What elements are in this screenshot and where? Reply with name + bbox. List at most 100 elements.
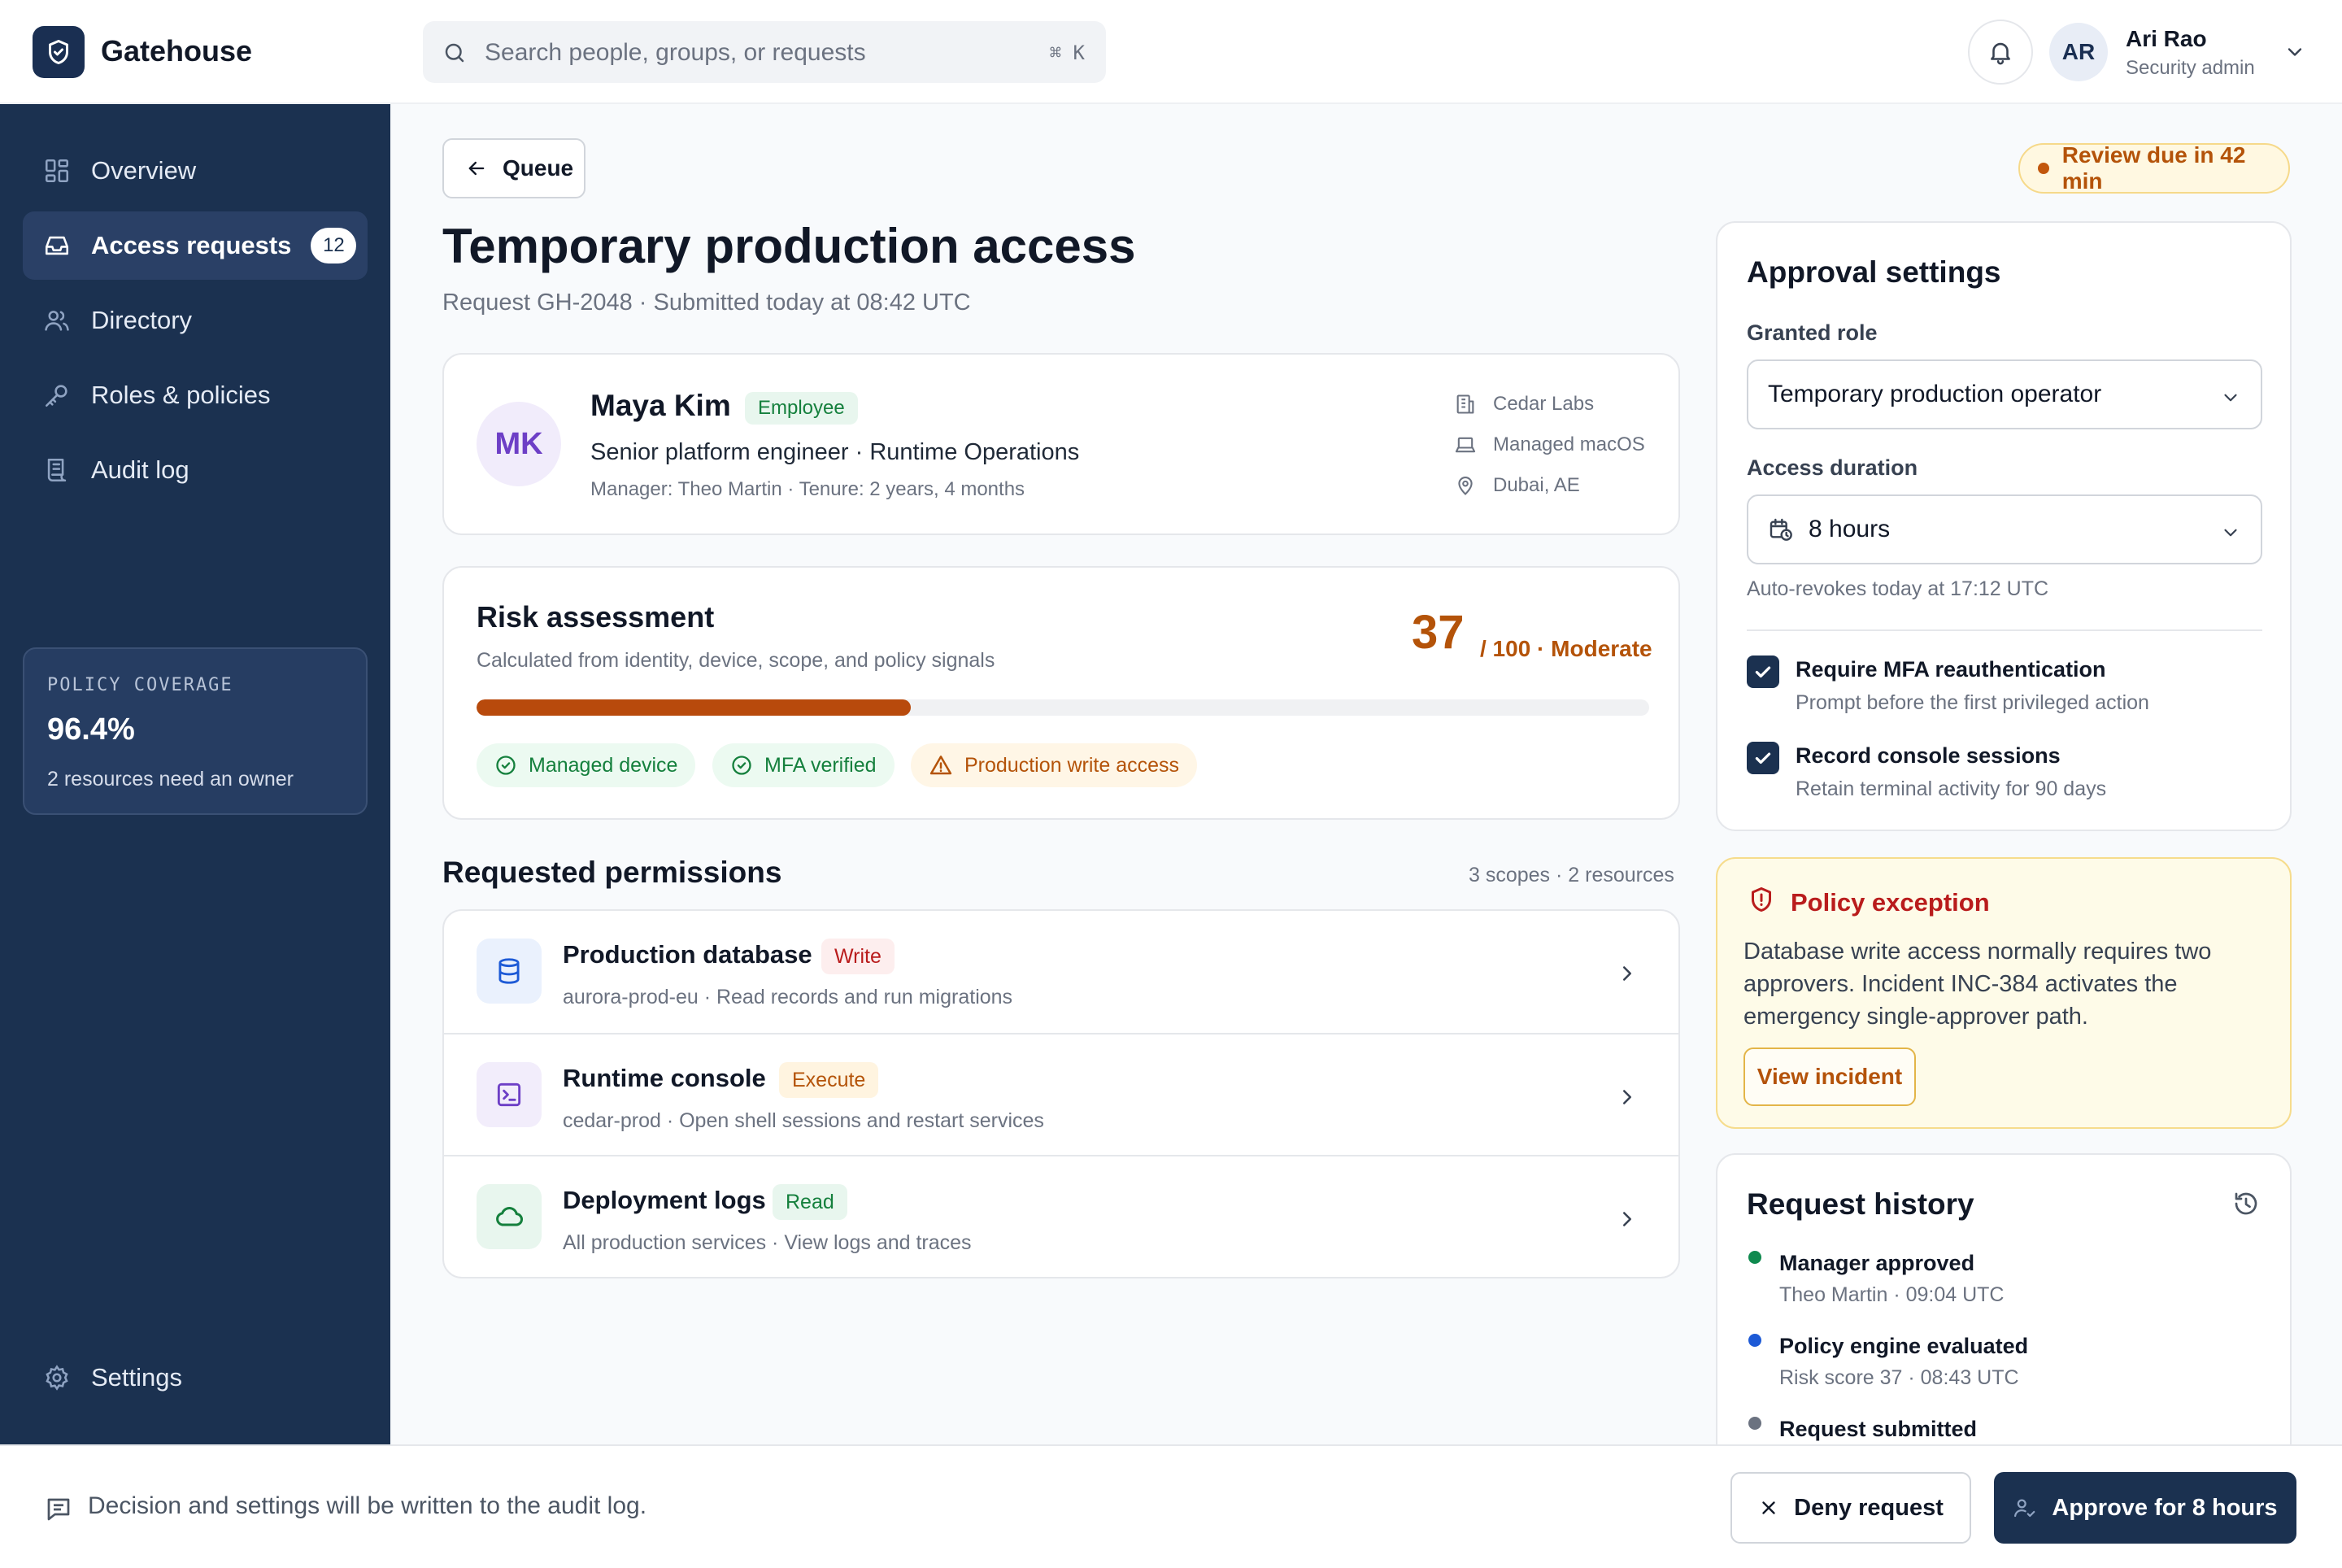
policy-coverage-note: 2 resources need an owner (47, 768, 294, 791)
terminal-icon (477, 1062, 542, 1127)
divider (1747, 629, 2262, 631)
sidebar: Overview Access requests 12 Directory Ro… (0, 104, 390, 1444)
audit-log-icon (42, 455, 72, 485)
mfa-reauth-checkbox[interactable] (1747, 656, 1779, 688)
requester-title: Senior platform engineer · Runtime Opera… (590, 439, 1080, 465)
requester-device: Managed macOS (1454, 431, 1645, 459)
permissions-heading: Requested permissions (442, 856, 782, 889)
deny-label: Deny request (1794, 1494, 1944, 1521)
requester-location: Dubai, AE (1454, 472, 1580, 499)
sidebar-item-audit-log[interactable]: Audit log (23, 436, 368, 504)
policy-exception-title: Policy exception (1791, 888, 1990, 917)
mfa-reauth-sub: Prompt before the first privileged actio… (1796, 691, 2149, 714)
history-dot (1748, 1417, 1761, 1430)
permission-badge-write: Write (821, 939, 895, 974)
risk-score-level: / 100 · Moderate (1480, 636, 1652, 661)
permission-desc: cedar-prod · Open shell sessions and res… (563, 1109, 1044, 1132)
close-icon (1762, 1501, 1775, 1514)
search-input[interactable]: Search people, groups, or requests ⌘ K (423, 21, 1106, 83)
auto-revoke-note: Auto-revokes today at 17:12 UTC (1747, 577, 2049, 600)
user-check-icon (2014, 1499, 2035, 1518)
check-circle-icon (732, 756, 751, 775)
permissions-count: 3 scopes · 2 resources (1469, 864, 1674, 886)
checkmark-icon (1755, 752, 1771, 764)
sidebar-item-label: Directory (91, 306, 193, 334)
permission-row-deployment-logs[interactable]: Deployment logs Read All production serv… (444, 1155, 1678, 1277)
granted-role-select[interactable]: Temporary production operator (1747, 359, 2262, 429)
requester-company: Cedar Labs (1454, 390, 1594, 418)
gear-icon (42, 1363, 72, 1392)
approve-label: Approve for 8 hours (2052, 1494, 2278, 1521)
record-sessions-checkbox[interactable] (1747, 742, 1779, 774)
risk-progress-bar (477, 699, 1649, 716)
risk-chip-mfa-verified: MFA verified (712, 743, 895, 787)
avatar: MK (477, 402, 561, 486)
access-duration-select[interactable]: 8 hours (1747, 494, 2262, 564)
approval-settings-card: Approval settings Granted role Temporary… (1716, 221, 2292, 831)
back-button-label: Queue (503, 155, 574, 181)
sidebar-item-label: Overview (91, 156, 197, 185)
calendar-clock-icon (1770, 518, 1792, 541)
history-event-label: Request submitted (1779, 1417, 1978, 1441)
user-avatar[interactable]: AR (2049, 23, 2108, 81)
permission-name: Deployment logs (563, 1186, 766, 1214)
record-sessions-label[interactable]: Record console sessions (1796, 743, 2061, 769)
review-due-badge: Review due in 42 min (2018, 142, 2290, 194)
mfa-reauth-label[interactable]: Require MFA reauthentication (1796, 657, 2106, 682)
back-to-queue-button[interactable]: Queue (442, 138, 586, 198)
notifications-button[interactable] (1968, 20, 2033, 85)
permission-desc: All production services · View logs and … (563, 1231, 972, 1254)
history-dot (1748, 1251, 1761, 1264)
permission-name: Runtime console (563, 1064, 766, 1092)
location-pin-icon (1458, 477, 1473, 495)
history-event-label: Manager approved (1779, 1251, 1975, 1275)
arrow-left-icon (468, 161, 485, 176)
granted-role-label: Granted role (1747, 320, 1878, 345)
search-icon (445, 43, 464, 63)
page-title: Temporary production access (442, 219, 1136, 273)
chevron-down-icon (2224, 529, 2237, 537)
granted-role-value: Temporary production operator (1768, 381, 2102, 407)
database-icon (477, 939, 542, 1004)
access-duration-label: Access duration (1747, 455, 1918, 480)
risk-chip-managed-device: Managed device (477, 743, 696, 787)
policy-coverage-card[interactable]: POLICY COVERAGE 96.4% 2 resources need a… (23, 647, 368, 815)
approve-button[interactable]: Approve for 8 hours (1994, 1472, 2296, 1544)
sidebar-item-access-requests[interactable]: Access requests 12 (23, 211, 368, 280)
bell-icon (1991, 42, 2010, 65)
grid-icon (42, 156, 72, 185)
message-icon (47, 1498, 70, 1521)
request-history-title: Request history (1747, 1187, 1974, 1221)
gatehouse-logo[interactable] (33, 26, 85, 78)
approval-settings-title: Approval settings (1747, 255, 2001, 289)
sidebar-item-overview[interactable]: Overview (23, 137, 368, 205)
fact-text: Dubai, AE (1493, 474, 1580, 496)
sidebar-item-label: Roles & policies (91, 381, 271, 409)
history-event-label: Policy engine evaluated (1779, 1334, 2029, 1358)
review-due-text: Review due in 42 min (2061, 142, 2246, 194)
permission-row-runtime-console[interactable]: Runtime console Execute cedar-prod · Ope… (444, 1033, 1678, 1155)
user-name[interactable]: Ari Rao (2126, 26, 2207, 52)
chevron-down-icon[interactable] (2283, 41, 2306, 63)
permission-row-production-database[interactable]: Production database Write aurora-prod-eu… (444, 911, 1678, 1033)
chip-label: MFA verified (764, 753, 877, 777)
sidebar-item-roles-policies[interactable]: Roles & policies (23, 361, 368, 429)
deny-request-button[interactable]: Deny request (1730, 1472, 1971, 1544)
chip-label: Managed device (529, 753, 678, 777)
sidebar-item-settings[interactable]: Settings (23, 1344, 368, 1412)
requester-name: Maya Kim (590, 389, 731, 422)
building-icon (1456, 394, 1474, 414)
sidebar-item-directory[interactable]: Directory (23, 286, 368, 355)
view-incident-button[interactable]: View incident (1743, 1048, 1916, 1106)
permission-desc: aurora-prod-eu · Read records and run mi… (563, 986, 1013, 1008)
risk-assessment-card: Risk assessment Calculated from identity… (442, 566, 1680, 820)
permission-name: Production database (563, 940, 812, 969)
fact-text: Cedar Labs (1493, 393, 1595, 415)
sidebar-item-label: Settings (91, 1363, 183, 1392)
policy-exception-body: Database write access normally requires … (1743, 939, 2212, 1030)
requests-count-badge: 12 (311, 228, 357, 264)
history-icon[interactable] (2231, 1189, 2261, 1218)
history-event-meta: Theo Martin · 09:04 UTC (1779, 1283, 2005, 1306)
search-placeholder: Search people, groups, or requests (485, 39, 866, 66)
requester-meta: Manager: Theo Martin · Tenure: 2 years, … (590, 478, 1025, 500)
